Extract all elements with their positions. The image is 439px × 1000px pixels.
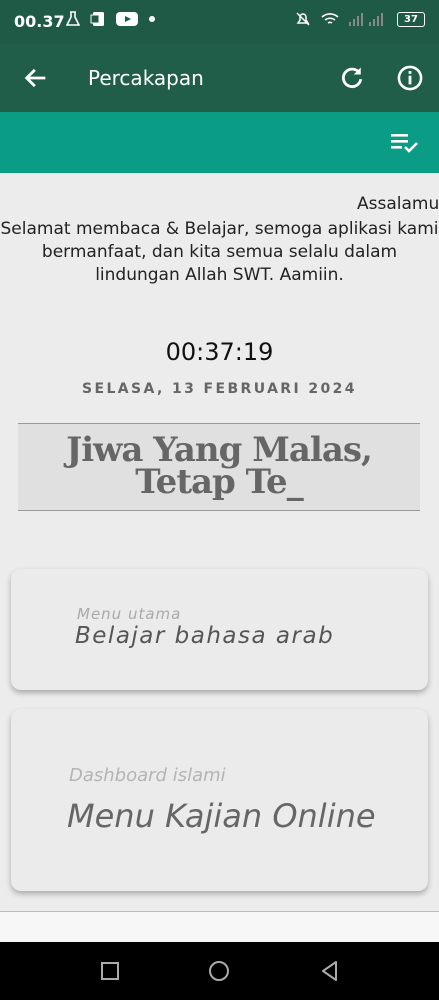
card-title: Belajar bahasa arab <box>75 623 335 649</box>
quote-text: Jiwa Yang Malas, Tetap Te_ <box>66 430 373 502</box>
signal-icon <box>349 13 383 26</box>
card-kajian-online[interactable]: Dashboard islami Menu Kajian Online <box>11 709 428 891</box>
triangle-nav-icon[interactable] <box>318 959 342 983</box>
date-display: SELASA, 13 FEBRUARI 2024 <box>82 381 357 397</box>
circle-nav-icon[interactable] <box>207 959 231 983</box>
mute-bell-icon <box>296 12 310 26</box>
page-title: Percakapan <box>88 66 204 90</box>
marquee-text: Assalamu <box>357 194 439 214</box>
info-icon[interactable] <box>396 64 424 92</box>
card-subtitle: Menu utama <box>77 605 182 623</box>
document-icon <box>90 12 104 26</box>
flask-icon <box>66 11 80 26</box>
status-time: 00.37 <box>14 12 65 31</box>
welcome-message: Selamat membaca & Belajar, semoga aplika… <box>0 219 439 285</box>
card-belajar-bahasa-arab[interactable]: Menu utama Belajar bahasa arab <box>11 569 428 690</box>
app-bar: Percakapan <box>0 44 439 112</box>
clock-display: 00:37:19 <box>165 338 274 366</box>
quote-banner: Jiwa Yang Malas, Tetap Te_ <box>18 423 420 511</box>
checklist-icon[interactable] <box>389 128 419 158</box>
square-nav-icon[interactable] <box>98 959 122 983</box>
system-nav-bar <box>0 942 439 1000</box>
battery-icon: 37 <box>397 11 425 27</box>
status-icons-right: 37 <box>295 11 425 27</box>
bottom-area <box>0 912 439 942</box>
toolbar-strip <box>0 112 439 173</box>
back-arrow-icon[interactable] <box>22 64 50 92</box>
card-title: Menu Kajian Online <box>67 797 376 835</box>
status-bar: 00.37 37 <box>0 0 439 44</box>
youtube-icon <box>116 12 138 26</box>
wifi-icon <box>321 13 339 24</box>
status-icons-left <box>66 11 156 27</box>
dot-icon <box>149 16 155 22</box>
refresh-icon[interactable] <box>338 64 366 92</box>
card-subtitle: Dashboard islami <box>69 765 226 786</box>
